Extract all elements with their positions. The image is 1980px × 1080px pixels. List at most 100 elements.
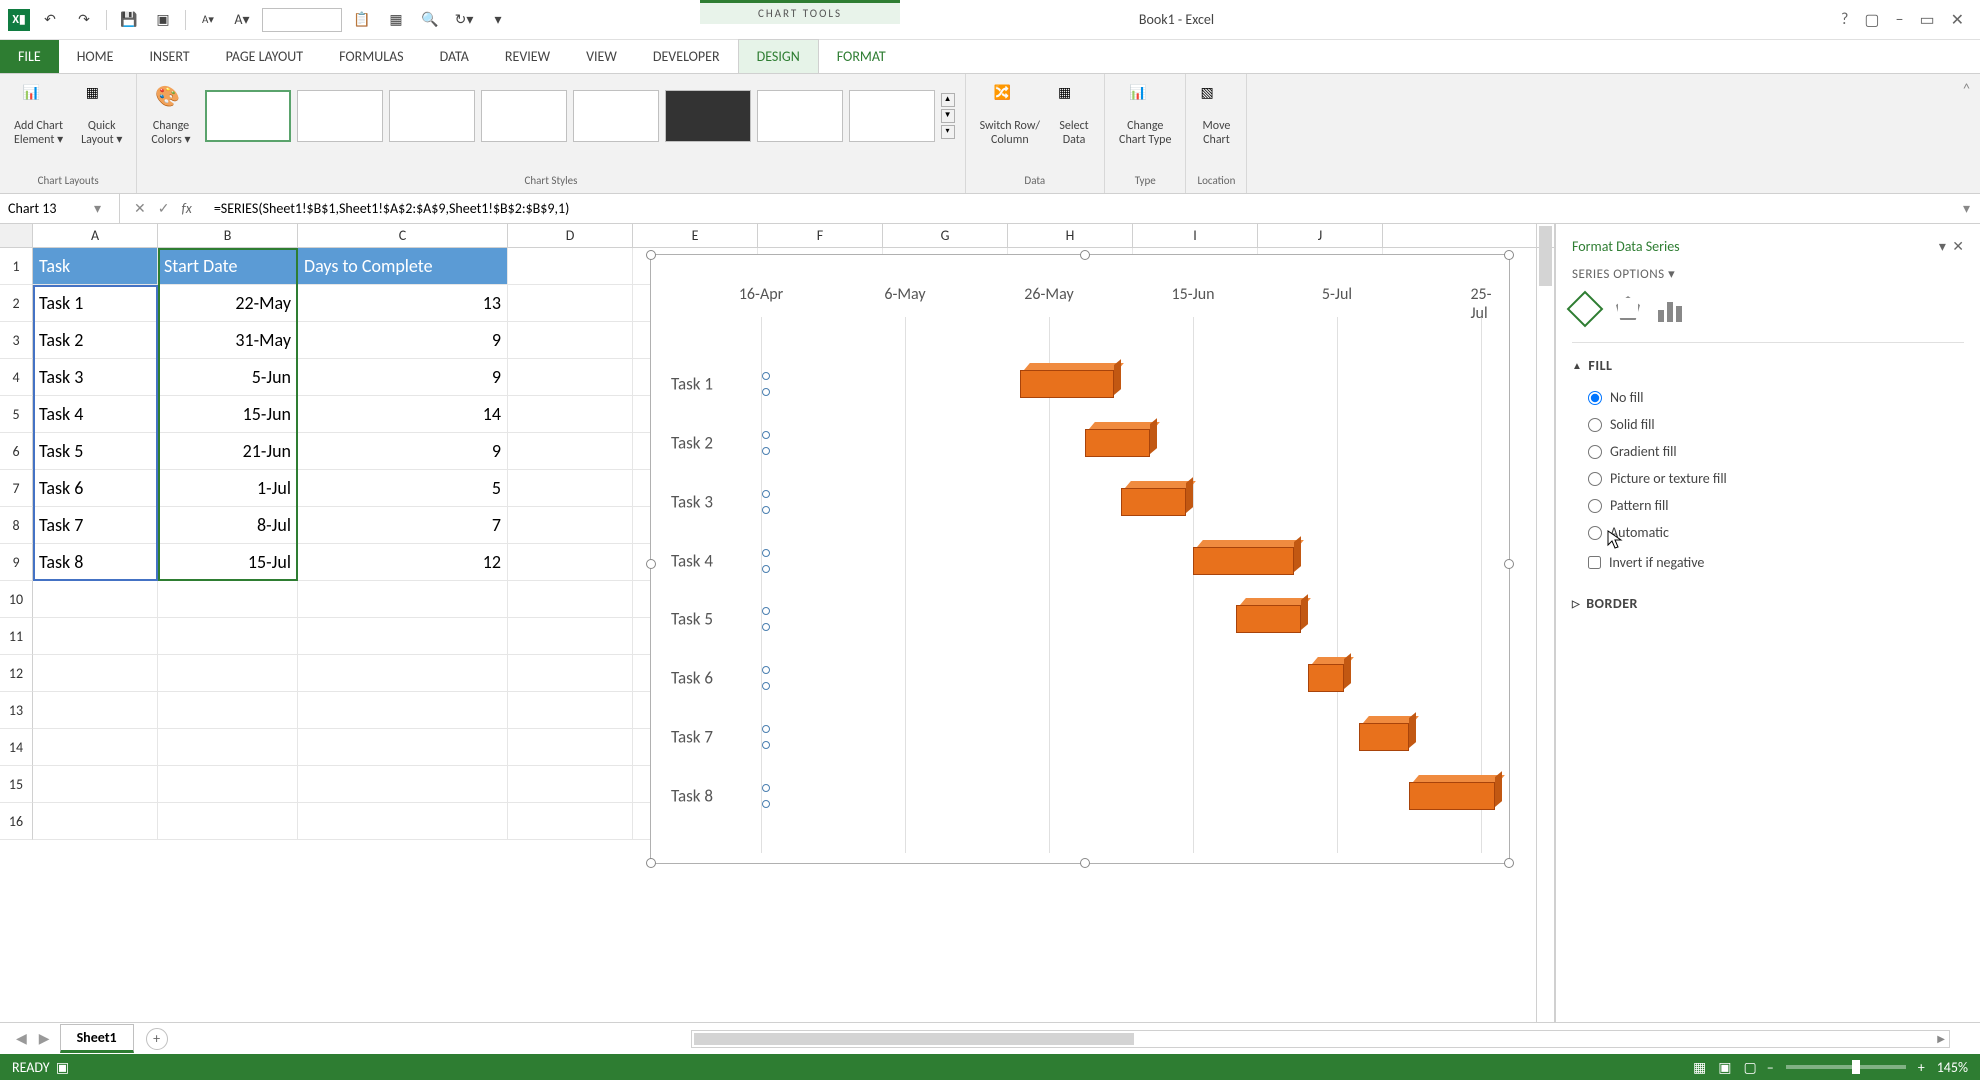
cell[interactable]: 22-May — [158, 285, 298, 322]
embedded-chart[interactable]: 16-Apr6-May26-May15-Jun5-Jul25-JulTask 1… — [650, 254, 1510, 864]
move-chart-button[interactable]: ▧Move Chart — [1196, 80, 1236, 152]
cell[interactable] — [33, 618, 158, 655]
cell[interactable]: 9 — [298, 322, 508, 359]
cell[interactable] — [158, 618, 298, 655]
border-section-header[interactable]: ▷BORDER — [1572, 595, 1964, 612]
chart-style-1[interactable] — [205, 90, 291, 142]
qat-more[interactable]: ▾ — [484, 6, 512, 34]
cell[interactable] — [298, 618, 508, 655]
grid[interactable]: ABCDEFGHIJ 1TaskStart DateDays to Comple… — [0, 224, 1555, 1022]
cell[interactable] — [508, 655, 633, 692]
row-header[interactable]: 12 — [0, 655, 33, 692]
cell[interactable] — [33, 655, 158, 692]
formula-input[interactable]: =SERIES(Sheet1!$B$1,Sheet1!$A$2:$A$9,She… — [206, 200, 1953, 217]
cell[interactable]: 9 — [298, 359, 508, 396]
chart-style-4[interactable] — [481, 90, 567, 142]
cell[interactable] — [158, 692, 298, 729]
data-bar[interactable] — [1193, 547, 1294, 575]
row-header[interactable]: 11 — [0, 618, 33, 655]
row-header[interactable]: 16 — [0, 803, 33, 840]
add-chart-element-button[interactable]: 📊Add Chart Element ▾ — [10, 80, 67, 152]
cell[interactable]: 1-Jul — [158, 470, 298, 507]
chart-style-7[interactable] — [757, 90, 843, 142]
plot-area[interactable]: 16-Apr6-May26-May15-Jun5-Jul25-JulTask 1… — [671, 285, 1499, 853]
fill-solid-radio[interactable]: Solid fill — [1572, 411, 1964, 438]
fx-button[interactable]: fx — [181, 200, 191, 217]
cell[interactable] — [158, 729, 298, 766]
tab-formulas[interactable]: FORMULAS — [321, 40, 422, 73]
zoom-out-button[interactable]: – — [1767, 1059, 1774, 1076]
data-bar[interactable] — [1409, 782, 1495, 810]
col-header-B[interactable]: B — [158, 224, 298, 247]
cell[interactable] — [158, 655, 298, 692]
cell[interactable] — [298, 692, 508, 729]
help-button[interactable]: ? — [1841, 10, 1848, 30]
cell[interactable] — [33, 803, 158, 840]
cell[interactable] — [508, 470, 633, 507]
cell[interactable] — [508, 322, 633, 359]
zoom-in-button[interactable]: + — [1918, 1059, 1925, 1076]
name-box[interactable] — [8, 200, 88, 217]
tab-file[interactable]: FILE — [0, 40, 59, 73]
col-header-H[interactable]: H — [1008, 224, 1133, 247]
sheet-tab-sheet1[interactable]: Sheet1 — [60, 1024, 134, 1053]
data-bar[interactable] — [1308, 664, 1344, 692]
switch-row-column-button[interactable]: 🔀Switch Row/ Column — [976, 80, 1044, 152]
row-header[interactable]: 8 — [0, 507, 33, 544]
col-header-F[interactable]: F — [758, 224, 883, 247]
cell[interactable] — [508, 692, 633, 729]
cell[interactable]: 5 — [298, 470, 508, 507]
cell[interactable] — [508, 766, 633, 803]
row-header[interactable]: 3 — [0, 322, 33, 359]
cell[interactable] — [508, 507, 633, 544]
col-header-E[interactable]: E — [633, 224, 758, 247]
cell[interactable]: 5-Jun — [158, 359, 298, 396]
redo-button[interactable]: ↷ — [70, 6, 98, 34]
row-header[interactable]: 14 — [0, 729, 33, 766]
cell[interactable] — [508, 285, 633, 322]
fill-gradient-radio[interactable]: Gradient fill — [1572, 438, 1964, 465]
cell[interactable]: 15-Jul — [158, 544, 298, 581]
chart-style-2[interactable] — [297, 90, 383, 142]
tab-review[interactable]: REVIEW — [487, 40, 568, 73]
fill-automatic-radio[interactable]: Automatic — [1572, 519, 1964, 546]
cell[interactable]: 7 — [298, 507, 508, 544]
row-header[interactable]: 1 — [0, 248, 33, 285]
cell[interactable]: Start Date — [158, 248, 298, 285]
fill-section-header[interactable]: ▲FILL — [1572, 357, 1964, 374]
data-bar[interactable] — [1236, 605, 1301, 633]
tab-design[interactable]: DESIGN — [738, 39, 819, 73]
series-options-icon[interactable] — [1658, 296, 1684, 322]
cell[interactable] — [508, 544, 633, 581]
col-header-I[interactable]: I — [1133, 224, 1258, 247]
cell[interactable] — [508, 396, 633, 433]
tab-developer[interactable]: DEVELOPER — [635, 40, 738, 73]
select-data-button[interactable]: ▦Select Data — [1054, 80, 1094, 152]
font-inc-button[interactable]: A▾ — [228, 6, 256, 34]
cancel-formula-button[interactable]: ✕ — [134, 200, 146, 217]
row-header[interactable]: 7 — [0, 470, 33, 507]
horizontal-scrollbar[interactable]: ◀▶ — [691, 1030, 1950, 1048]
cell[interactable] — [33, 692, 158, 729]
ribbon-display-button[interactable]: ▢ — [1864, 10, 1879, 30]
series-options-dropdown[interactable]: SERIES OPTIONS ▾ — [1572, 267, 1964, 282]
data-bar[interactable] — [1121, 488, 1186, 516]
cell[interactable] — [508, 803, 633, 840]
chart-style-8[interactable] — [849, 90, 935, 142]
data-bar[interactable] — [1020, 370, 1114, 398]
change-chart-type-button[interactable]: 📊Change Chart Type — [1115, 80, 1175, 152]
cell[interactable] — [33, 729, 158, 766]
cell[interactable]: 15-Jun — [158, 396, 298, 433]
cell[interactable] — [33, 581, 158, 618]
fill-no-fill-radio[interactable]: No fill — [1572, 384, 1964, 411]
cell[interactable]: 13 — [298, 285, 508, 322]
cell[interactable] — [508, 433, 633, 470]
col-header-A[interactable]: A — [33, 224, 158, 247]
cell[interactable]: 8-Jul — [158, 507, 298, 544]
row-header[interactable]: 4 — [0, 359, 33, 396]
tab-insert[interactable]: INSERT — [132, 40, 208, 73]
fill-line-icon[interactable] — [1567, 291, 1604, 328]
new-sheet-button[interactable]: + — [146, 1028, 168, 1050]
col-header-C[interactable]: C — [298, 224, 508, 247]
vertical-scrollbar[interactable] — [1536, 224, 1554, 1022]
